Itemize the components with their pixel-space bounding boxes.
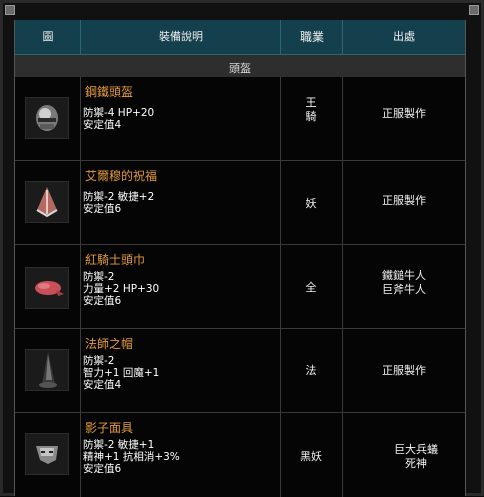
item-class-line: 法 [305, 364, 317, 377]
item-name: 影子面具 [85, 421, 134, 435]
red-bandana-icon [35, 281, 64, 296]
item-name: 鋼鐵頭盔 [85, 85, 134, 99]
item-icon-frame [25, 267, 69, 309]
column-divider [280, 77, 281, 497]
item-stat-line: 精神+1 抗相消+3% [83, 451, 180, 463]
item-class-line: 妖 [305, 197, 317, 210]
item-stat-line: 安定值6 [83, 463, 122, 475]
frame-corner-ornament [469, 5, 479, 15]
item-source: 鐵鎚牛人 巨斧牛人 [343, 269, 465, 297]
item-stat-line: 力量+2 HP+30 [83, 283, 160, 295]
item-stats: 防禦-2 智力+1 回魔+1 安定值4 [83, 355, 159, 391]
item-stat-line: 防禦-2 [83, 355, 115, 367]
frame-corner-ornament [5, 5, 15, 15]
table-row: 影子面具 防禦-2 敏捷+1 精神+1 抗相消+3% 安定值6 黑妖 巨大兵蟻 … [15, 413, 465, 497]
item-stat-line: 安定值6 [83, 203, 122, 215]
item-class-line: 王 [305, 96, 317, 109]
item-stat-line: 安定值4 [83, 119, 122, 131]
item-stat-line: 智力+1 回魔+1 [83, 367, 160, 379]
item-class: 王 騎 [281, 96, 341, 124]
item-icon-frame [25, 349, 69, 391]
table-row: 鋼鐵頭盔 防禦-4 HP+20 安定值4 王 騎 正服製作 [15, 77, 465, 161]
header-class-column: 職業 [299, 30, 324, 44]
item-stat-line: 防禦-2 敏捷+2 [83, 191, 155, 203]
item-class-line: 全 [305, 281, 317, 294]
item-stats: 防禦-2 敏捷+1 精神+1 抗相消+3% 安定值6 [83, 439, 180, 475]
header-divider [80, 20, 81, 54]
item-class: 黑妖 [281, 450, 341, 464]
item-name: 艾爾穆的祝福 [85, 169, 158, 183]
item-source: 正服製作 [343, 364, 465, 378]
item-source-line: 巨斧牛人 [382, 283, 426, 296]
item-stat-line: 防禦-2 敏捷+1 [83, 439, 155, 451]
table-row: 法師之帽 防禦-2 智力+1 回魔+1 安定值4 法 正服製作 [15, 329, 465, 413]
table-row: 紅騎士頭巾 防禦-2 力量+2 HP+30 安定值6 全 鐵鎚牛人 巨斧牛人 [15, 245, 465, 329]
item-stats: 防禦-4 HP+20 安定值4 [83, 107, 154, 131]
steel-helmet-icon [36, 105, 58, 131]
header-divider [342, 20, 343, 54]
item-stat-line: 安定值4 [83, 379, 122, 391]
header-description-column: 裝備說明 [159, 30, 203, 43]
item-class: 法 [281, 364, 341, 378]
column-divider [342, 77, 343, 497]
item-source-line: 死神 [405, 457, 427, 470]
item-stat-line: 防禦-2 [83, 271, 115, 283]
shadow-mask-icon [36, 446, 58, 464]
item-source: 正服製作 [343, 107, 465, 121]
item-source-line: 巨大兵蟻 [394, 443, 438, 456]
item-source-line: 正服製作 [382, 107, 426, 120]
item-name: 紅騎士頭巾 [85, 253, 146, 267]
item-source-line: 鐵鎚牛人 [382, 269, 426, 282]
item-source-line: 正服製作 [382, 194, 426, 207]
column-divider [80, 77, 81, 497]
header-divider [280, 20, 281, 54]
wizard-hat-icon [39, 352, 57, 388]
item-icon-frame [25, 433, 69, 475]
item-class-line: 黑妖 [300, 450, 322, 463]
item-stat-line: 安定值6 [83, 295, 122, 307]
item-stats: 防禦-2 力量+2 HP+30 安定值6 [83, 271, 159, 307]
table-row: 艾爾穆的祝福 防禦-2 敏捷+2 安定值6 妖 正服製作 [15, 161, 465, 245]
section-title: 頭盔 [229, 62, 251, 75]
item-class-line: 騎 [305, 110, 317, 123]
item-class: 妖 [281, 197, 341, 211]
item-source-line: 正服製作 [382, 364, 426, 377]
item-name: 法師之帽 [85, 337, 134, 351]
item-class: 全 [281, 281, 341, 295]
table-header: 圖 裝備說明 職業 出處 [15, 20, 465, 55]
header-source-column: 出處 [393, 30, 415, 43]
item-source: 巨大兵蟻 死神 [355, 443, 477, 471]
equipment-table: 圖 裝備說明 職業 出處 頭盔 鋼鐵頭盔 防禦-4 HP+20 安定值4 王 騎 [14, 20, 466, 497]
header-icon-column: 圖 [42, 30, 54, 43]
item-icon-frame [25, 181, 69, 223]
item-stats: 防禦-2 敏捷+2 安定值6 [83, 191, 154, 215]
item-icon-frame [25, 97, 69, 139]
item-stat-line: 防禦-4 HP+20 [83, 107, 155, 119]
elmu-blessing-icon [36, 187, 58, 218]
item-source: 正服製作 [343, 194, 465, 208]
